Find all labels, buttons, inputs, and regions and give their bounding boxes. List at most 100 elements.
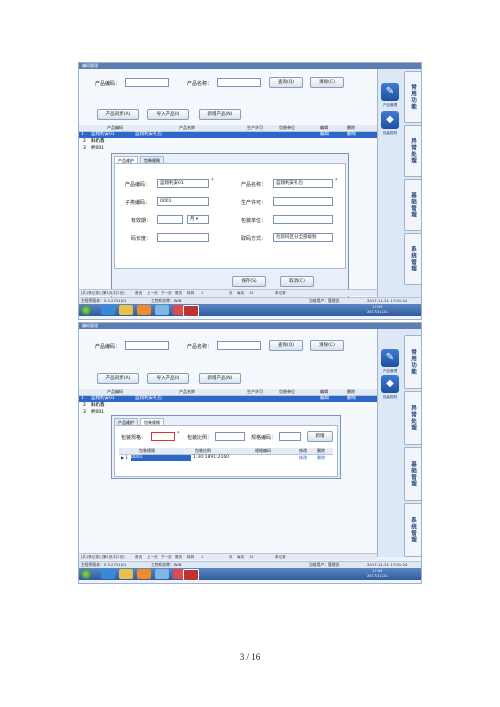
browser-icon[interactable] xyxy=(101,569,115,579)
table-row[interactable]: 2 鲜奶鑫 xyxy=(79,403,377,409)
spec-value[interactable]: 0001 xyxy=(131,455,191,461)
product-sync-button[interactable]: 产品同步(A) xyxy=(97,373,139,384)
goto-page-input[interactable]: 1 xyxy=(201,290,203,296)
tray-clock: 17:04 2017/11/21 xyxy=(367,569,388,579)
tab-basic-management[interactable]: 基础管理 xyxy=(404,447,421,501)
product-management-icon[interactable]: ✎ xyxy=(381,83,399,101)
spec-code-input[interactable] xyxy=(279,432,301,441)
start-icon[interactable] xyxy=(81,305,91,315)
table-row[interactable]: 1 蓝翔利安01 蓝翔利安礼包 编辑 删除 xyxy=(79,132,377,138)
table-row[interactable]: 1 蓝翔利安01 蓝翔利安礼包 编辑 删除 xyxy=(79,396,377,402)
media-icon[interactable] xyxy=(137,305,151,315)
validity-unit-select[interactable]: 月 ▾ xyxy=(187,215,209,224)
row-delete-link[interactable]: 删除 xyxy=(347,132,356,138)
col-edit: 编辑 xyxy=(320,389,328,394)
row-name: 蓝翔利安礼包 xyxy=(135,396,162,401)
table-row[interactable]: 2 鲜奶鑫 xyxy=(79,139,377,145)
info-bar: 主程序版本：5.3.2721(0) 工控机名称：WIN 当前用户：管理员 201… xyxy=(79,297,421,304)
row-number: 1 xyxy=(81,132,84,137)
import-product-button[interactable]: 导入产品(I) xyxy=(147,373,189,384)
edit-name-input[interactable]: 蓝翔利安礼包 xyxy=(273,179,333,188)
col-unit: 包装单位 xyxy=(279,125,295,130)
product-management-icon[interactable]: ✎ xyxy=(381,349,399,367)
table-row[interactable]: 3 杯001 xyxy=(79,146,377,152)
app-icon[interactable] xyxy=(155,569,169,579)
next-page-link[interactable]: 下一页 xyxy=(161,554,172,560)
product-name-search-input[interactable] xyxy=(217,78,261,87)
fetch-mode-select[interactable]: 包装码区分全部级别 xyxy=(273,233,333,242)
pack-spec-dialog: 产品维护 包装规格 包装规格： * 包装比例： 规格编码： 新增 包装规格 包装… xyxy=(111,415,341,479)
pack-rule-caption: 包装规则 xyxy=(382,131,398,135)
page-number: 3 / 16 xyxy=(239,652,261,662)
taskbar: 17:02 2017/11/21 xyxy=(79,304,421,317)
row-edit-link[interactable]: 编辑 xyxy=(320,132,329,138)
spec-delete-link[interactable]: 删除 xyxy=(317,455,325,461)
row-number: 2 xyxy=(83,403,86,408)
prev-page-link[interactable]: 上一页 xyxy=(147,290,158,296)
first-page-link[interactable]: 首页 xyxy=(135,290,142,296)
product-management-caption: 产品管理 xyxy=(382,103,398,107)
row-edit-link[interactable]: 编辑 xyxy=(320,396,329,402)
tab-exception-handling[interactable]: 异常处理 xyxy=(404,125,421,177)
tab-system-management[interactable]: 系统管理 xyxy=(404,233,421,285)
pack-spec-input[interactable] xyxy=(151,432,175,441)
first-page-link[interactable]: 首页 xyxy=(135,554,142,560)
cancel-button[interactable]: 取消(C) xyxy=(280,276,314,287)
product-code-search-input[interactable] xyxy=(125,341,169,350)
app-window-icon[interactable] xyxy=(183,569,199,581)
edit-code-input[interactable]: 蓝翔利安01 xyxy=(157,179,209,188)
browser-icon[interactable] xyxy=(101,305,115,315)
media-icon[interactable] xyxy=(137,569,151,579)
new-spec-button[interactable]: 新增 xyxy=(307,431,333,442)
product-name-search-input[interactable] xyxy=(217,341,261,350)
tray-time: 17:04 xyxy=(372,569,383,573)
code-length-input[interactable] xyxy=(157,233,209,242)
pack-rule-icon[interactable]: ◆ xyxy=(381,111,399,129)
tab-system-management[interactable]: 系统管理 xyxy=(404,503,421,557)
pack-unit-input[interactable] xyxy=(273,215,333,224)
last-page-link[interactable]: 尾页 xyxy=(175,554,182,560)
pack-ratio-input[interactable] xyxy=(215,432,245,441)
product-sync-button[interactable]: 产品同步(A) xyxy=(97,109,139,120)
tab-basic-management[interactable]: 基础管理 xyxy=(404,179,421,231)
license-input[interactable] xyxy=(273,197,333,206)
tab-common-functions[interactable]: 常用功能 xyxy=(404,335,421,389)
per-page-value[interactable]: 15 xyxy=(249,290,254,296)
per-page-value[interactable]: 15 xyxy=(249,554,254,560)
query-button[interactable]: 查询(Q) xyxy=(269,77,303,88)
next-page-link[interactable]: 下一页 xyxy=(161,290,172,296)
sub-code-input[interactable]: 0001 xyxy=(157,197,209,206)
new-product-button[interactable]: 新增产品(N) xyxy=(199,373,241,384)
prev-page-link[interactable]: 上一页 xyxy=(147,554,158,560)
pager-bar: [共1条记录] [第1页/共1页] 首页 上一页 下一页 尾页 转到 1 页 每… xyxy=(79,553,377,560)
goto-page-input[interactable]: 1 xyxy=(201,554,203,560)
validity-unit-value: 月 xyxy=(190,217,195,222)
grid-header: 产品编码 产品名称 生产许可 包装单位 编辑 删除 xyxy=(79,125,377,132)
table-row[interactable]: ▶ 1 0001 1:30:1891:2160 修改 删除 xyxy=(119,455,333,461)
new-product-button[interactable]: 新增产品(N) xyxy=(199,109,241,120)
pack-rule-caption: 包装规则 xyxy=(382,395,398,399)
tab-exception-handling[interactable]: 异常处理 xyxy=(404,391,421,445)
tab-common-functions[interactable]: 常用功能 xyxy=(404,71,421,123)
folder-icon[interactable] xyxy=(119,305,133,315)
query-button[interactable]: 查询(Q) xyxy=(269,340,303,351)
row-delete-link[interactable]: 删除 xyxy=(347,396,356,402)
last-page-link[interactable]: 尾页 xyxy=(175,290,182,296)
clear-button[interactable]: 清除(C) xyxy=(310,77,344,88)
per-page-label: 每页 xyxy=(237,291,245,295)
validity-input[interactable] xyxy=(157,215,183,224)
import-product-button[interactable]: 导入产品(I) xyxy=(147,109,189,120)
clear-button[interactable]: 清除(C) xyxy=(310,340,344,351)
app-window-icon[interactable] xyxy=(183,305,199,317)
page-label: 页 xyxy=(229,291,233,295)
app-icon[interactable] xyxy=(155,305,169,315)
row-number: 1 xyxy=(81,396,84,401)
per-page-label: 每页 xyxy=(237,555,245,559)
record-count: [共1条记录] [第1页/共1页] xyxy=(81,555,125,559)
product-code-search-input[interactable] xyxy=(125,78,169,87)
start-icon[interactable] xyxy=(81,569,91,579)
pack-rule-icon[interactable]: ◆ xyxy=(381,375,399,393)
save-button[interactable]: 保存(S) xyxy=(232,276,266,287)
folder-icon[interactable] xyxy=(119,569,133,579)
spec-edit-link[interactable]: 修改 xyxy=(299,455,307,461)
